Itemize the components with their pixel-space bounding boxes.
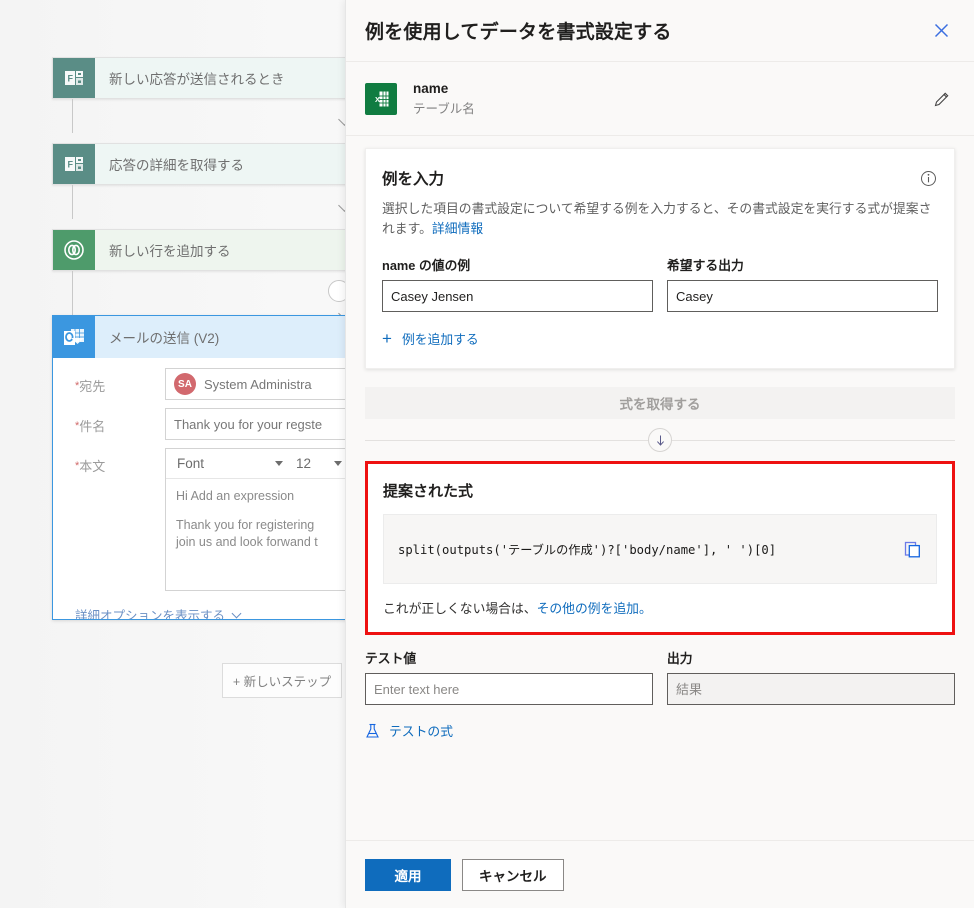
panel-header: 例を使用してデータを書式設定する — [346, 0, 974, 62]
flow-connector — [72, 99, 73, 133]
test-value-column: テスト値 — [365, 648, 653, 705]
email-body-row: *本文 Font 12 Hi Add an expression Thank y… — [53, 440, 381, 591]
test-output-label: 出力 — [667, 648, 955, 667]
font-size-select[interactable]: 12 — [290, 452, 348, 476]
suggested-expression-text: split(outputs('テーブルの作成')?['body/name'], … — [398, 540, 900, 558]
pencil-icon[interactable] — [929, 86, 955, 112]
test-value-label: テスト値 — [365, 648, 653, 667]
suggested-expression-box[interactable]: split(outputs('テーブルの作成')?['body/name'], … — [383, 514, 937, 584]
svg-text:X: X — [375, 95, 380, 104]
suggested-expression-section: 提案された式 split(outputs('テーブルの作成')?['body/n… — [365, 461, 955, 635]
chevron-down-icon — [232, 608, 242, 618]
cancel-label: キャンセル — [479, 865, 547, 885]
font-family-value: Font — [177, 456, 204, 471]
token-name: name — [413, 80, 929, 98]
test-section: テスト値 出力 テストの式 — [365, 648, 955, 740]
example-pair-row: name の値の例 希望する出力 — [382, 255, 938, 312]
not-correct-hint: これが正しくない場合は、その他の例を追加。 — [383, 598, 937, 617]
divider-line-left — [365, 440, 648, 441]
flow-step-card[interactable]: F 新しい応答が送信されるとき — [52, 57, 382, 99]
input-examples-description: 選択した項目の書式設定について希望する例を入力すると、その書式設定を実行する式が… — [382, 199, 938, 239]
test-value-input[interactable] — [365, 673, 653, 705]
panel-footer: 適用 キャンセル — [346, 840, 974, 908]
svg-text:F: F — [68, 74, 74, 84]
email-subject-row: *件名 Thank you for your regste — [53, 400, 381, 440]
add-example-label: 例を追加する — [402, 329, 479, 348]
apply-button[interactable]: 適用 — [365, 859, 451, 891]
input-examples-heading: 例を入力 — [382, 167, 918, 189]
get-expression-button[interactable]: 式を取得する — [365, 387, 955, 419]
selected-token-row: X name テーブル名 — [346, 62, 974, 136]
source-example-label: name の値の例 — [382, 255, 653, 274]
add-example-button[interactable]: + 例を追加する — [382, 329, 938, 348]
outlook-icon — [53, 316, 95, 358]
forms-icon: F — [53, 144, 95, 184]
test-output-column: 出力 — [667, 648, 955, 705]
email-to-label: *宛先 — [53, 368, 165, 395]
token-text: name テーブル名 — [413, 80, 929, 118]
target-example-label: 希望する出力 — [667, 255, 938, 274]
learn-more-link[interactable]: 詳細情報 — [432, 221, 483, 236]
chevron-down-icon — [275, 461, 283, 466]
target-example-column: 希望する出力 — [667, 255, 938, 312]
send-email-card-title: メールの送信 (V2) — [95, 316, 381, 358]
excel-table-icon: X — [365, 83, 397, 115]
input-examples-header: 例を入力 — [382, 167, 938, 189]
flow-step-card[interactable]: F 応答の詳細を取得する — [52, 143, 382, 185]
divider-line-right — [672, 440, 955, 441]
panel-title: 例を使用してデータを書式設定する — [365, 17, 927, 44]
format-data-panel: 例を使用してデータを書式設定する X — [345, 0, 974, 908]
new-step-label: + 新しいステップ — [233, 671, 331, 690]
dataverse-icon — [53, 230, 95, 270]
apply-label: 適用 — [395, 865, 422, 885]
suggested-expression-heading: 提案された式 — [383, 480, 937, 501]
forms-icon: F — [53, 58, 95, 98]
get-expression-label: 式を取得する — [620, 393, 701, 413]
email-to-value: System Administra — [204, 377, 312, 392]
send-email-card-header[interactable]: メールの送信 (V2) — [53, 316, 381, 358]
source-example-input[interactable] — [382, 280, 653, 312]
new-step-button[interactable]: + 新しいステップ — [222, 663, 342, 698]
font-size-value: 12 — [296, 456, 311, 471]
test-expression-label: テストの式 — [389, 721, 453, 740]
arrow-down-icon — [648, 428, 672, 452]
show-advanced-options-link[interactable]: 詳細オプションを表示する — [53, 591, 381, 620]
chevron-down-icon — [334, 461, 342, 466]
email-subject-label: *件名 — [53, 408, 165, 435]
source-example-column: name の値の例 — [382, 255, 653, 312]
close-icon[interactable] — [927, 17, 955, 45]
target-example-input[interactable] — [667, 280, 938, 312]
info-circle-icon[interactable] — [918, 168, 938, 188]
panel-body: 例を入力 選択した項目の書式設定について希望する例を入力すると、その書式設定を実… — [346, 136, 974, 840]
font-family-select[interactable]: Font — [170, 452, 290, 476]
flow-step-card[interactable]: 新しい行を追加する — [52, 229, 382, 271]
plus-icon: + — [382, 333, 392, 345]
flask-icon — [365, 723, 380, 739]
token-subtitle: テーブル名 — [413, 100, 929, 118]
test-row: テスト値 出力 — [365, 648, 955, 705]
test-output-field — [667, 673, 955, 705]
flow-connector — [72, 271, 73, 315]
add-more-examples-link[interactable]: その他の例を追加。 — [537, 601, 652, 616]
flow-step-label: 応答の詳細を取得する — [95, 144, 381, 184]
test-expression-button[interactable]: テストの式 — [365, 721, 955, 740]
email-subject-value: Thank you for your regste — [174, 417, 322, 432]
avatar: SA — [174, 373, 196, 395]
email-body-label: *本文 — [53, 448, 165, 475]
copy-icon[interactable] — [900, 537, 924, 561]
svg-text:F: F — [68, 160, 74, 170]
send-email-action-card[interactable]: メールの送信 (V2) *宛先 SA System Administra *件名… — [52, 315, 382, 620]
flow-step-label: 新しい応答が送信されるとき — [95, 58, 381, 98]
input-examples-card: 例を入力 選択した項目の書式設定について希望する例を入力すると、その書式設定を実… — [365, 148, 955, 369]
email-to-row: *宛先 SA System Administra — [53, 358, 381, 400]
flow-step-label: 新しい行を追加する — [95, 230, 381, 270]
flow-connector — [72, 185, 73, 219]
cancel-button[interactable]: キャンセル — [462, 859, 564, 891]
advanced-options-label: 詳細オプションを表示する — [75, 605, 225, 620]
not-correct-prefix: これが正しくない場合は、 — [383, 601, 537, 616]
section-divider — [365, 419, 955, 461]
